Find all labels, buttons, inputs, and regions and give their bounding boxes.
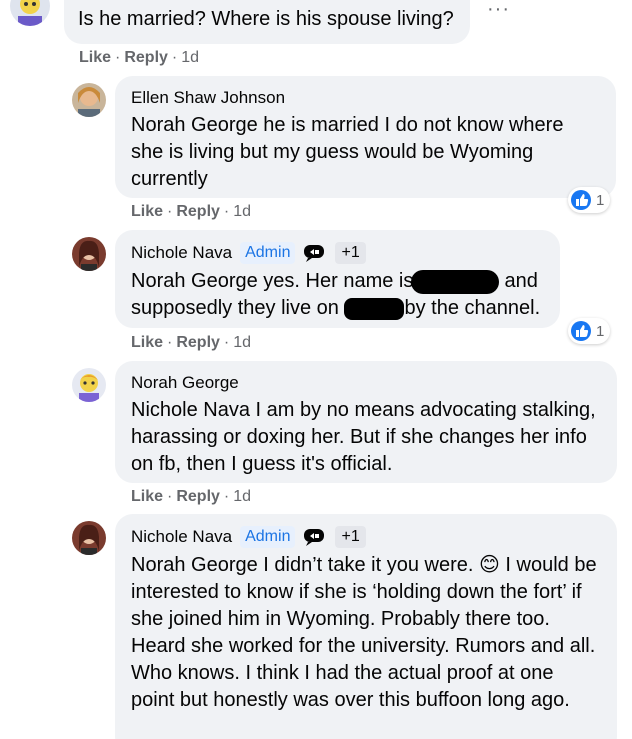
avatar-nichole-nava[interactable] (72, 521, 106, 555)
comment-bubble-ellen: Ellen Shaw Johnson Norah George he is ma… (115, 76, 616, 198)
like-reaction-icon (571, 321, 591, 341)
mention-link[interactable]: Nichole Nava (131, 399, 250, 421)
timestamp[interactable]: 1d (181, 49, 199, 67)
author-name[interactable]: Nichole Nava (131, 527, 232, 547)
smiley-emoji-icon: 😊 (478, 554, 500, 576)
reaction-count[interactable]: 1 (568, 187, 611, 213)
comment-actions-top: Like · Reply · 1d (79, 49, 200, 67)
comment-thread: Is he married? Where is his spouse livin… (0, 0, 632, 739)
conversation-starter-icon[interactable] (303, 527, 327, 547)
like-button[interactable]: Like (79, 49, 111, 67)
admin-badge[interactable]: Admin (240, 526, 296, 548)
author-name[interactable]: Nichole Nava (131, 243, 232, 263)
comment-text: Is he married? Where is his spouse livin… (78, 8, 454, 30)
avatar-norah-george[interactable] (72, 368, 106, 402)
timestamp[interactable]: 1d (233, 488, 251, 506)
comment-text-part: I would be interested to know if she is … (131, 554, 597, 711)
reply-button[interactable]: Reply (124, 49, 168, 67)
like-button[interactable]: Like (131, 334, 163, 352)
like-button[interactable]: Like (131, 488, 163, 506)
mention-link[interactable]: Norah George (131, 114, 258, 136)
mention-link[interactable]: Norah George (131, 270, 258, 292)
admin-badge[interactable]: Admin (240, 242, 296, 264)
comment-actions-ellen: Like · Reply · 1d (131, 203, 252, 221)
comment-actions-nichole-1: Like · Reply · 1d (131, 334, 252, 352)
badge-more[interactable]: +1 (335, 526, 366, 548)
comment-actions-norah: Like · Reply · 1d (131, 488, 252, 506)
like-reaction-icon (571, 190, 591, 210)
avatar-ellen-shaw-johnson[interactable] (72, 83, 106, 117)
reaction-count[interactable]: 1 (568, 318, 611, 344)
comment-text-part: yes. Her name is (257, 270, 419, 292)
redaction-mark (344, 297, 405, 320)
like-button[interactable]: Like (131, 203, 163, 221)
comment-bubble-nichole-2: Nichole Nava Admin +1 Norah George I did… (115, 514, 617, 739)
avatar-nichole-nava[interactable] (72, 237, 106, 271)
reply-button[interactable]: Reply (176, 488, 220, 506)
comment-bubble-top: Is he married? Where is his spouse livin… (64, 0, 470, 44)
badge-more[interactable]: +1 (335, 242, 366, 264)
author-name[interactable]: Norah George (131, 373, 239, 393)
comment-bubble-nichole-1: Nichole Nava Admin +1 Norah George yes. … (115, 230, 560, 328)
comment-bubble-norah: Norah George Nichole Nava I am by no mea… (115, 361, 617, 483)
mention-link[interactable]: Norah George (131, 554, 258, 576)
timestamp[interactable]: 1d (233, 334, 251, 352)
more-options-icon[interactable]: ··· (487, 0, 510, 21)
conversation-starter-icon[interactable] (303, 243, 327, 263)
comment-text-part: by the channel. (404, 297, 541, 319)
comment-text-part: I didn’t take it you were. (257, 554, 479, 576)
avatar-norah-george-top[interactable] (10, 0, 50, 26)
reply-button[interactable]: Reply (176, 203, 220, 221)
author-name[interactable]: Ellen Shaw Johnson (131, 88, 285, 108)
reply-button[interactable]: Reply (176, 334, 220, 352)
timestamp[interactable]: 1d (233, 203, 251, 221)
redaction-mark (410, 269, 499, 294)
